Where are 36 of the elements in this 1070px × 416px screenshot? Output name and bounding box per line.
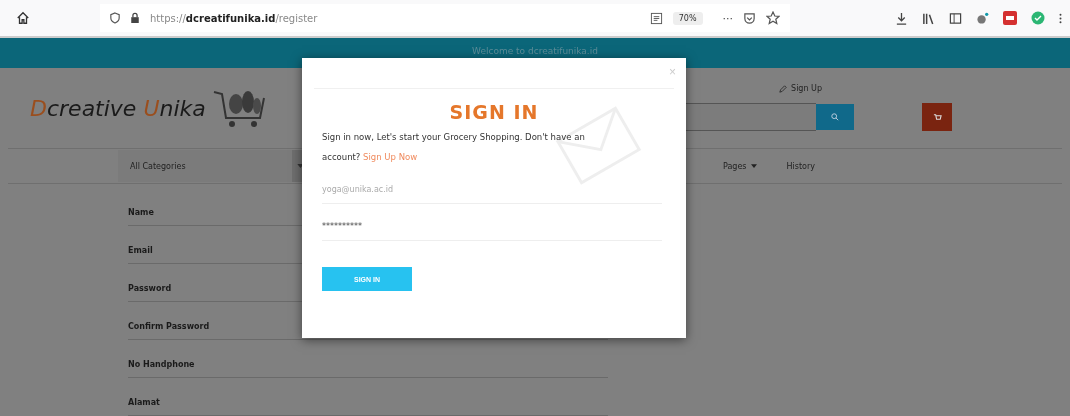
library-icon[interactable] [922, 11, 935, 25]
pocket-icon[interactable] [743, 11, 756, 25]
intro-text: Sign in now, Let's start your Grocery Shopping. Don't have an account? Sign Up Now [322, 131, 586, 164]
address-bar[interactable]: https://dcreatifunika.id/register 70% ··· [100, 4, 790, 32]
caret-icon [296, 164, 304, 168]
cart-button[interactable] [922, 103, 952, 131]
sidebar-icon[interactable] [949, 11, 962, 25]
check-circle-icon[interactable] [1031, 11, 1045, 25]
form-field[interactable]: Alamat [128, 390, 608, 416]
nav-link[interactable]: History [786, 161, 815, 171]
edit-icon [779, 84, 788, 93]
zoom-level-badge[interactable]: 70% [672, 11, 703, 25]
cart-icon [932, 112, 942, 122]
login-email-input[interactable]: yoga@unika.ac.id [322, 175, 662, 204]
reader-view-icon[interactable] [649, 11, 663, 25]
search-icon [831, 113, 839, 121]
extension-icon[interactable] [976, 11, 989, 25]
url-text: https://dcreatifunika.id/register [150, 12, 318, 24]
star-icon[interactable] [766, 11, 780, 25]
logo-text[interactable]: Dcreative Unika [30, 95, 206, 121]
page-actions-button[interactable]: ··· [722, 11, 733, 25]
menu-icon[interactable] [1059, 11, 1062, 25]
extension-badge-icon[interactable] [1003, 11, 1017, 25]
lock-icon [130, 12, 140, 24]
password-field[interactable]: ********** [322, 212, 662, 241]
caret-icon [750, 164, 757, 168]
sign-up-now-link[interactable]: Sign Up Now [363, 152, 418, 162]
welcome-text: Welcome to dcreatifunika.id [472, 45, 598, 56]
download-icon[interactable] [895, 11, 908, 25]
form-field[interactable]: No Handphone [128, 352, 608, 378]
shield-icon[interactable] [110, 12, 120, 24]
home-icon[interactable] [16, 11, 30, 25]
nav-link[interactable]: Pages [723, 161, 757, 171]
search-field[interactable] [686, 103, 816, 131]
sign-up-link[interactable]: Sign Up [779, 84, 822, 93]
dialog-title: SIGN IN [448, 101, 540, 123]
